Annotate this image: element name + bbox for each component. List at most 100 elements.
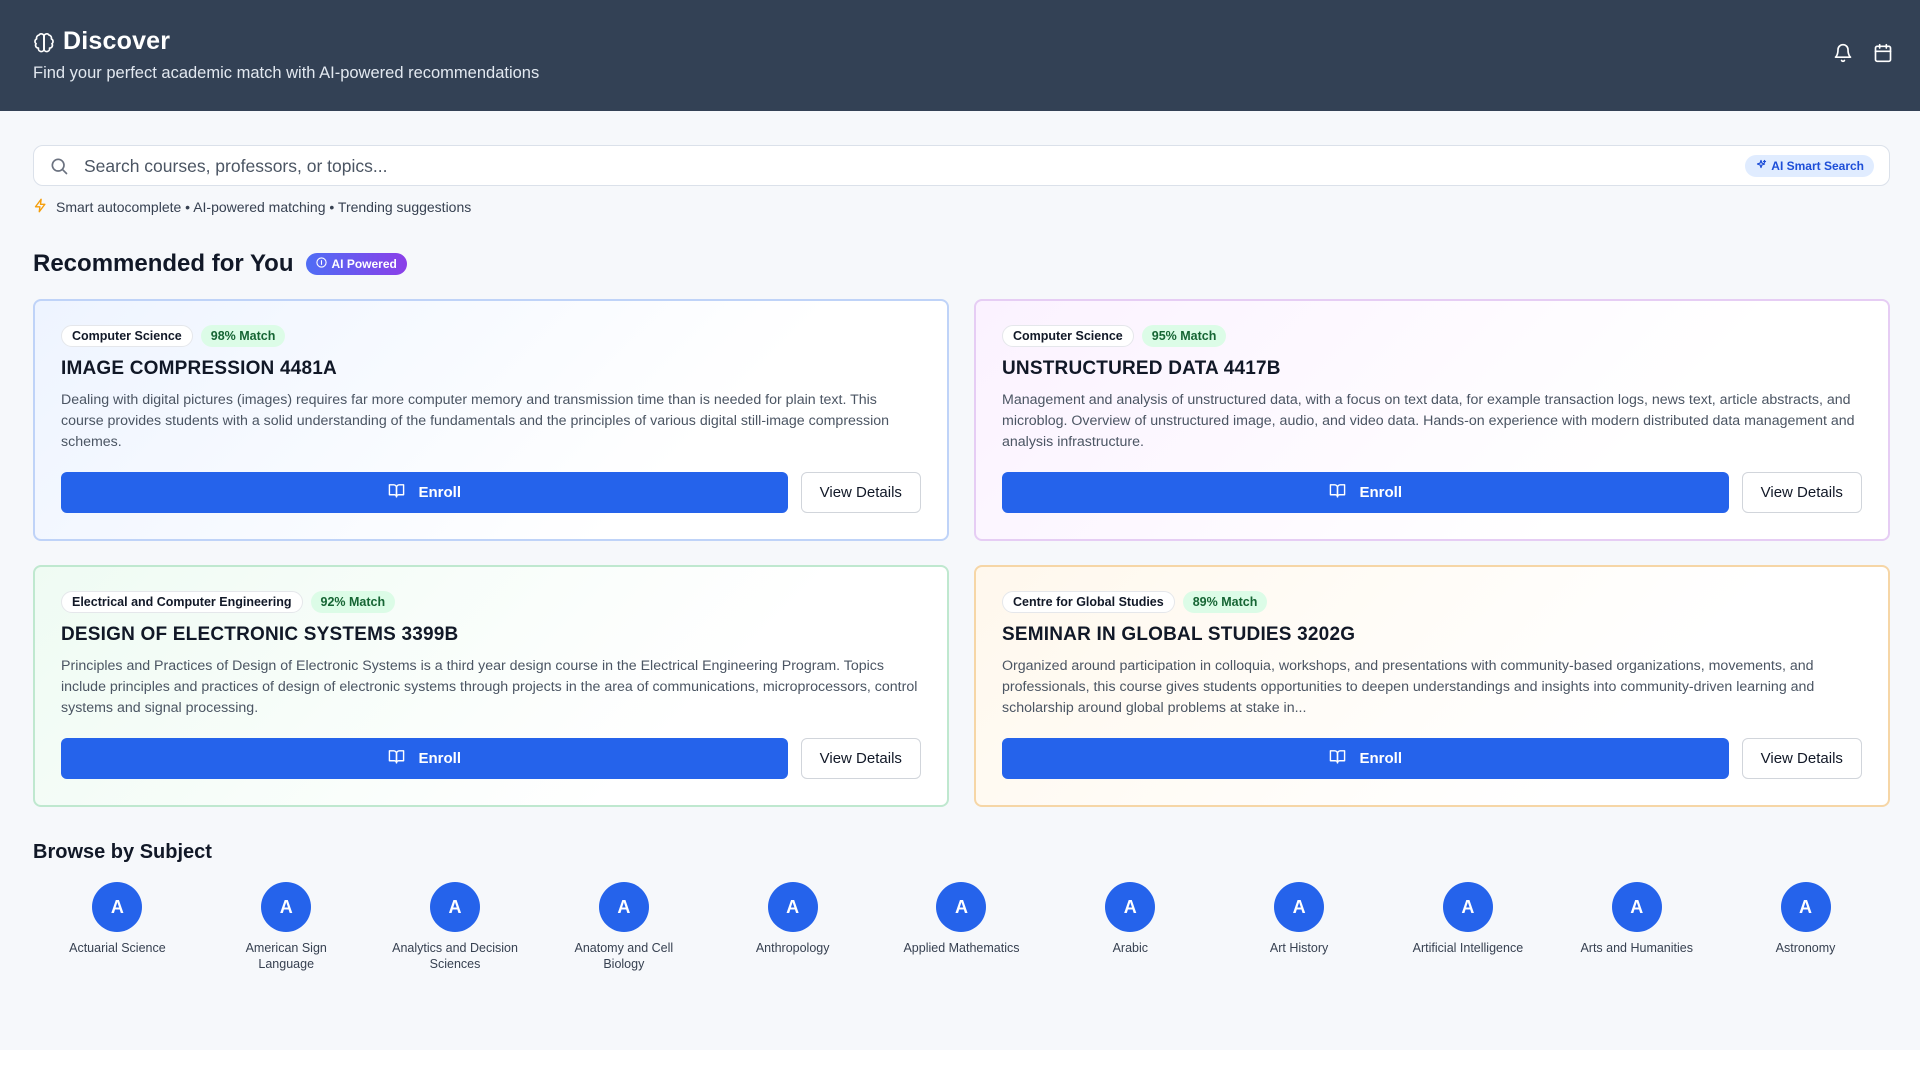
recommended-header: Recommended for You AI Powered: [33, 250, 1890, 278]
subject-avatar: A: [1105, 882, 1156, 932]
department-tag: Computer Science: [1002, 325, 1134, 347]
subject-label: Artificial Intelligence: [1412, 941, 1524, 955]
subject-item[interactable]: A American Sign Language: [202, 882, 371, 972]
department-tag: Electrical and Computer Engineering: [61, 591, 303, 613]
book-icon: [1329, 482, 1346, 503]
subject-avatar: A: [1611, 882, 1662, 932]
course-card: Computer Science 95% Match UNSTRUCTURED …: [974, 299, 1890, 541]
bell-icon[interactable]: [1833, 43, 1855, 65]
subject-label: Arabic: [1112, 941, 1148, 955]
course-card: Electrical and Computer Engineering 92% …: [33, 565, 949, 807]
subject-label: Anthropology: [755, 941, 830, 955]
subject-list: A Actuarial Science A American Sign Langua…: [33, 882, 1890, 972]
brain-icon: [33, 31, 55, 53]
search-bar: AI Smart Search: [33, 145, 1890, 186]
subject-avatar: A: [92, 882, 143, 932]
calendar-icon[interactable]: [1873, 43, 1895, 65]
view-details-button[interactable]: View Details: [800, 738, 921, 779]
subject-item[interactable]: A Art History: [1215, 882, 1384, 972]
subject-label: Anatomy and Cell Biology: [574, 941, 674, 971]
subject-item[interactable]: A Astronomy: [1721, 882, 1890, 972]
subject-label: American Sign Language: [245, 941, 327, 971]
subject-item[interactable]: A Applied Mathematics: [877, 882, 1046, 972]
card-tags: Centre for Global Studies 89% Match: [1002, 591, 1862, 613]
sparkle-icon: [1755, 159, 1767, 174]
course-title: DESIGN OF ELECTRONIC SYSTEMS 3399B: [61, 624, 459, 645]
header-actions: [1833, 43, 1895, 65]
enroll-label: Enroll: [1359, 484, 1403, 501]
course-title: SEMINAR IN GLOBAL STUDIES 3202G: [1002, 624, 1356, 645]
enroll-button[interactable]: Enroll: [61, 472, 788, 513]
subject-label: Arts and Humanities: [1580, 941, 1693, 955]
subject-item[interactable]: A Anthropology: [708, 882, 877, 972]
course-description: Management and analysis of unstructured …: [1002, 392, 1855, 450]
ai-smart-search-label: AI Smart Search: [1771, 159, 1864, 173]
course-card: Computer Science 98% Match IMAGE COMPRES…: [33, 299, 949, 541]
book-icon: [1329, 748, 1346, 769]
card-actions: Enroll View Details: [61, 738, 921, 779]
page-title: Discover: [63, 27, 171, 55]
main-content: AI Smart Search Smart autocomplete • AI-…: [33, 145, 1890, 972]
ai-powered-label: AI Powered: [331, 257, 397, 271]
subject-item[interactable]: A Arabic: [1046, 882, 1215, 972]
ai-smart-search-button[interactable]: AI Smart Search: [1745, 155, 1874, 177]
view-details-button[interactable]: View Details: [1741, 738, 1862, 779]
card-actions: Enroll View Details: [61, 472, 921, 513]
view-details-button[interactable]: View Details: [1741, 472, 1862, 513]
subject-item[interactable]: A Actuarial Science: [33, 882, 202, 972]
match-badge: 89% Match: [1182, 591, 1268, 613]
card-tags: Computer Science 95% Match: [1002, 325, 1862, 347]
course-card: Centre for Global Studies 89% Match SEMI…: [974, 565, 1890, 807]
page-subtitle: Find your perfect academic match with AI…: [33, 64, 540, 82]
enroll-label: Enroll: [1359, 750, 1403, 767]
subject-label: Analytics and Decision Sciences: [392, 941, 518, 971]
match-badge: 92% Match: [310, 591, 396, 613]
card-tags: Computer Science 98% Match: [61, 325, 921, 347]
subject-avatar: A: [598, 882, 649, 932]
card-actions: Enroll View Details: [1002, 472, 1862, 513]
subject-item[interactable]: A Artificial Intelligence: [1384, 882, 1553, 972]
enroll-button[interactable]: Enroll: [61, 738, 788, 779]
subject-item[interactable]: A Arts and Humanities: [1552, 882, 1721, 972]
subject-avatar: A: [936, 882, 987, 932]
search-icon: [49, 156, 69, 176]
info-icon: [316, 257, 328, 271]
subject-avatar: A: [1274, 882, 1325, 932]
ai-powered-badge: AI Powered: [306, 253, 407, 275]
department-tag: Computer Science: [61, 325, 193, 347]
match-badge: 95% Match: [1141, 325, 1227, 347]
book-icon: [388, 482, 405, 503]
subject-label: Actuarial Science: [69, 941, 166, 955]
book-icon: [388, 748, 405, 769]
recommended-title: Recommended for You: [33, 250, 294, 277]
course-title: IMAGE COMPRESSION 4481A: [61, 358, 337, 379]
enroll-label: Enroll: [418, 484, 462, 501]
subject-avatar: A: [767, 882, 818, 932]
subject-label: Applied Mathematics: [903, 941, 1020, 955]
subject-avatar: A: [261, 882, 312, 932]
page-bottom: [0, 1050, 1920, 1080]
subject-avatar: A: [1780, 882, 1831, 932]
card-actions: Enroll View Details: [1002, 738, 1862, 779]
recommendation-cards: Computer Science 98% Match IMAGE COMPRES…: [33, 299, 1890, 807]
match-badge: 98% Match: [200, 325, 286, 347]
search-hint-text: Smart autocomplete • AI-powered matching…: [56, 199, 472, 215]
course-description: Dealing with digital pictures (images) r…: [61, 392, 890, 450]
search-input[interactable]: [84, 152, 1464, 180]
app-header: Discover Find your perfect academic matc…: [0, 0, 1920, 111]
subject-item[interactable]: A Anatomy and Cell Biology: [539, 882, 708, 972]
subject-label: Art History: [1269, 941, 1329, 955]
course-description: Principles and Practices of Design of El…: [61, 658, 918, 716]
view-details-button[interactable]: View Details: [800, 472, 921, 513]
course-description: Organized around participation in colloq…: [1002, 658, 1815, 716]
department-tag: Centre for Global Studies: [1002, 591, 1175, 613]
browse-title: Browse by Subject: [33, 841, 212, 863]
enroll-label: Enroll: [418, 750, 462, 767]
lightning-icon: [33, 198, 48, 216]
subject-avatar: A: [430, 882, 481, 932]
brand: Discover: [33, 27, 170, 56]
enroll-button[interactable]: Enroll: [1002, 738, 1729, 779]
enroll-button[interactable]: Enroll: [1002, 472, 1729, 513]
card-tags: Electrical and Computer Engineering 92% …: [61, 591, 921, 613]
subject-item[interactable]: A Analytics and Decision Sciences: [371, 882, 540, 972]
